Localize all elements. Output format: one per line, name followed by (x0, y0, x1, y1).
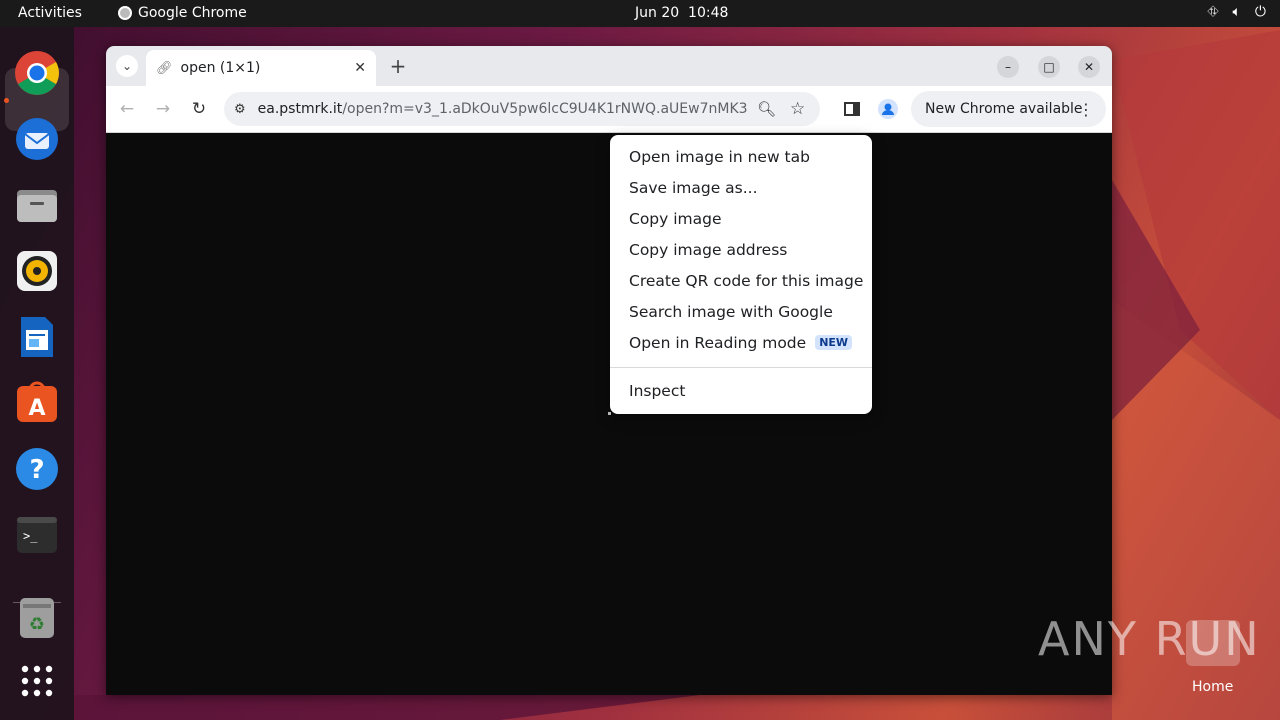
menu-open-image-new-tab[interactable]: Open image in new tab (610, 141, 872, 172)
menu-label: Open in Reading mode (629, 333, 807, 352)
writer-icon[interactable] (13, 313, 61, 361)
svg-text:A: A (28, 396, 45, 421)
power-icon: ⏻ (1254, 4, 1266, 20)
url-host: ea.pstmrk.it (257, 101, 343, 117)
update-chrome-button[interactable]: New Chrome available ⋮ (911, 91, 1106, 127)
dock: A ? >_ ♻ (0, 27, 74, 720)
menu-search-image-google[interactable]: Search image with Google (610, 296, 872, 327)
tab-close-icon[interactable]: ✕ (354, 60, 366, 76)
url-path: /open?m=v3_1.aDkOuV5pw6lcC9U4K1rNWQ.aUEw… (342, 101, 748, 117)
new-tab-plus-icon[interactable]: + (386, 54, 410, 78)
system-tray[interactable]: ⛗ 🔈︎ ⏻ (1207, 4, 1266, 20)
update-label: New Chrome available (925, 101, 1083, 117)
bookmark-star-icon[interactable]: ☆ (790, 99, 805, 119)
side-panel-icon[interactable] (841, 98, 863, 120)
activities-button[interactable]: Activities (18, 5, 82, 21)
context-menu: Open image in new tab Save image as... C… (610, 135, 872, 414)
toolbar: ← → ↻ ⚙ ea.pstmrk.it/open?m=v3_1.aDkOuV5… (106, 86, 1112, 133)
new-badge: NEW (815, 335, 853, 350)
svg-text:?: ? (29, 455, 44, 485)
home-label[interactable]: Home (1192, 679, 1233, 695)
chrome-small-icon (118, 6, 132, 20)
menu-separator (610, 367, 872, 368)
reload-icon[interactable]: ↻ (188, 98, 210, 120)
tiny-image[interactable] (608, 412, 611, 415)
tab-strip: ⌄ 🔗︎ open (1×1) ✕ + – □ ✕ (106, 46, 1112, 86)
menu-label: Copy image address (629, 240, 788, 259)
app-center-icon[interactable]: A (13, 379, 61, 427)
kebab-menu-icon[interactable]: ⋮ (1078, 100, 1094, 119)
menu-label: Create QR code for this image (629, 271, 864, 290)
url-text: ea.pstmrk.it/open?m=v3_1.aDkOuV5pw6lcC9U… (258, 101, 748, 117)
svg-text:>_: >_ (23, 529, 38, 543)
date-label: Jun 20 (635, 5, 680, 21)
forward-arrow-icon[interactable]: → (152, 98, 174, 120)
menu-label: Search image with Google (629, 302, 833, 321)
menu-label: Inspect (629, 381, 686, 400)
link-icon: 🔗︎ (156, 60, 173, 76)
time-label: 10:48 (688, 5, 729, 21)
minimize-button[interactable]: – (997, 56, 1019, 78)
trash-icon[interactable]: ♻ (13, 593, 61, 641)
anyrun-watermark: ANY RUN (1038, 612, 1261, 666)
files-icon[interactable] (13, 181, 61, 229)
address-bar[interactable]: ⚙ ea.pstmrk.it/open?m=v3_1.aDkOuV5pw6lcC… (224, 92, 820, 126)
help-icon[interactable]: ? (13, 445, 61, 493)
rhythmbox-icon[interactable] (13, 247, 61, 295)
volume-icon: 🔈︎ (1232, 4, 1241, 20)
zoom-icon[interactable]: 🔍︎ (757, 100, 776, 118)
tab-open[interactable]: 🔗︎ open (1×1) ✕ (146, 50, 376, 86)
app-grid-icon[interactable] (13, 657, 61, 705)
menu-copy-image[interactable]: Copy image (610, 203, 872, 234)
svg-text:♻: ♻ (29, 614, 45, 635)
terminal-icon[interactable]: >_ (13, 511, 61, 559)
menu-label: Save image as... (629, 178, 758, 197)
menu-label: Open image in new tab (629, 147, 810, 166)
thunderbird-icon[interactable] (13, 115, 61, 163)
menu-create-qr-code[interactable]: Create QR code for this image (610, 265, 872, 296)
tab-search-chevron-icon[interactable]: ⌄ (116, 55, 138, 77)
network-icon: ⛗ (1207, 4, 1219, 20)
maximize-button[interactable]: □ (1038, 56, 1060, 78)
app-name: Google Chrome (138, 5, 247, 21)
tab-title: open (1×1) (180, 60, 261, 76)
running-indicator (4, 98, 9, 103)
chrome-icon[interactable] (13, 49, 61, 97)
back-arrow-icon[interactable]: ← (116, 98, 138, 120)
profile-icon[interactable] (877, 98, 899, 120)
chrome-window: ⌄ 🔗︎ open (1×1) ✕ + – □ ✕ ← → ↻ ⚙ ea.pst… (106, 46, 1112, 695)
top-bar: Activities Google Chrome Jun 20 10:48 ⛗ … (0, 0, 1280, 27)
menu-copy-image-address[interactable]: Copy image address (610, 234, 872, 265)
app-menu[interactable]: Google Chrome (118, 5, 247, 21)
menu-open-reading-mode[interactable]: Open in Reading mode NEW (610, 327, 872, 358)
close-window-button[interactable]: ✕ (1078, 56, 1100, 78)
menu-label: Copy image (629, 209, 722, 228)
site-info-icon[interactable]: ⚙ (234, 102, 246, 117)
clock[interactable]: Jun 20 10:48 (635, 5, 728, 21)
menu-inspect[interactable]: Inspect (610, 375, 872, 406)
menu-save-image-as[interactable]: Save image as... (610, 172, 872, 203)
